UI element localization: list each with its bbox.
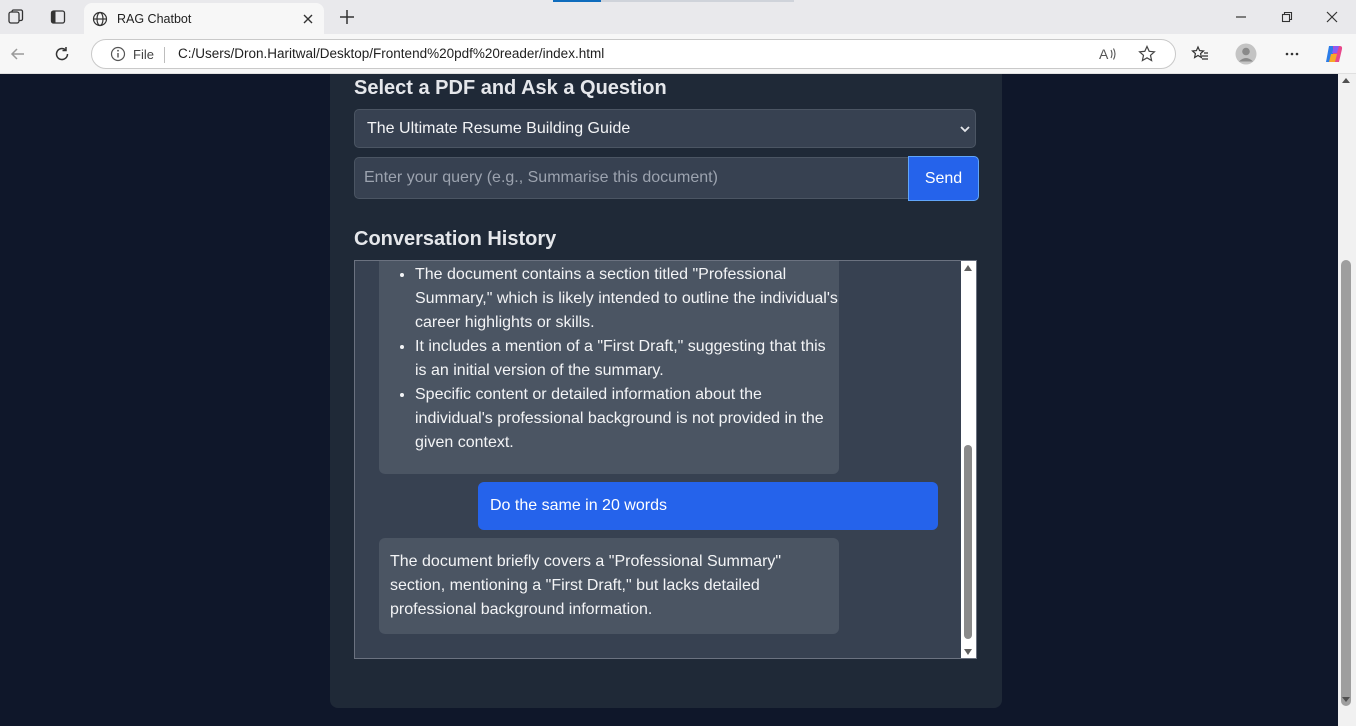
tab-strip-indicator xyxy=(553,0,601,2)
list-item: It includes a mention of a "First Draft,… xyxy=(415,335,839,383)
workspaces-icon[interactable] xyxy=(6,7,26,27)
query-placeholder: Enter your query (e.g., Summarise this d… xyxy=(364,169,718,186)
browser-tab-bar: RAG Chatbot xyxy=(0,0,1356,34)
chevron-down-icon xyxy=(959,122,971,140)
read-aloud-icon[interactable]: A xyxy=(1099,46,1117,67)
query-input[interactable]: Enter your query (e.g., Summarise this d… xyxy=(354,157,909,199)
chat-card: Select a PDF and Ask a Question The Ulti… xyxy=(330,74,1002,708)
conversation-history-panel[interactable]: The document contains a section titled "… xyxy=(354,260,977,659)
scroll-up-arrow-icon[interactable] xyxy=(1342,78,1350,83)
favorite-star-icon[interactable] xyxy=(1138,45,1156,68)
pdf-select-value: The Ultimate Resume Building Guide xyxy=(367,119,631,137)
page-scrollbar-thumb[interactable] xyxy=(1341,260,1351,706)
minimize-icon[interactable] xyxy=(1232,8,1250,26)
list-item: Specific content or detailed information… xyxy=(415,383,839,455)
restore-icon[interactable] xyxy=(1278,8,1296,26)
address-divider xyxy=(164,47,165,63)
page-viewport: Select a PDF and Ask a Question The Ulti… xyxy=(0,74,1338,726)
tab-strip-indicator-track xyxy=(601,0,794,2)
history-scrollbar[interactable] xyxy=(961,261,976,658)
conversation-history-heading: Conversation History xyxy=(354,228,557,250)
tab-actions-icon[interactable] xyxy=(48,7,68,27)
globe-icon xyxy=(92,11,108,27)
bot-message-list: The document contains a section titled "… xyxy=(379,263,839,455)
page-scrollbar[interactable] xyxy=(1338,74,1356,726)
more-options-icon[interactable] xyxy=(1282,44,1302,64)
bot-message: The document briefly covers a "Professio… xyxy=(379,538,839,634)
address-url[interactable]: C:/Users/Dron.Haritwal/Desktop/Frontend%… xyxy=(178,46,604,61)
copilot-icon[interactable] xyxy=(1322,42,1346,66)
address-scheme-label: File xyxy=(133,47,154,62)
profile-avatar[interactable] xyxy=(1234,42,1258,66)
browser-tab[interactable]: RAG Chatbot xyxy=(84,3,324,34)
tab-title: RAG Chatbot xyxy=(117,11,192,26)
svg-text:A: A xyxy=(1099,46,1109,62)
list-item: The document contains a section titled "… xyxy=(415,263,839,335)
close-tab-icon[interactable] xyxy=(298,9,318,29)
scroll-up-arrow-icon[interactable] xyxy=(964,265,972,271)
new-tab-icon[interactable] xyxy=(336,6,358,28)
favorites-icon[interactable] xyxy=(1190,44,1210,64)
browser-toolbar: File C:/Users/Dron.Haritwal/Desktop/Fron… xyxy=(0,34,1356,74)
history-scrollbar-thumb[interactable] xyxy=(964,445,972,639)
scroll-down-arrow-icon[interactable] xyxy=(1342,697,1350,702)
send-button[interactable]: Send xyxy=(908,156,979,201)
info-icon[interactable] xyxy=(110,46,126,67)
pdf-select-dropdown[interactable]: The Ultimate Resume Building Guide xyxy=(354,109,976,148)
bot-message: The document contains a section titled "… xyxy=(379,261,839,474)
user-message: Do the same in 20 words xyxy=(478,482,938,530)
scroll-down-arrow-icon[interactable] xyxy=(964,649,972,655)
refresh-icon[interactable] xyxy=(52,44,72,64)
back-icon[interactable] xyxy=(8,44,28,64)
close-window-icon[interactable] xyxy=(1323,8,1341,26)
address-bar[interactable]: File C:/Users/Dron.Haritwal/Desktop/Fron… xyxy=(91,39,1176,69)
select-pdf-heading: Select a PDF and Ask a Question xyxy=(354,77,667,99)
